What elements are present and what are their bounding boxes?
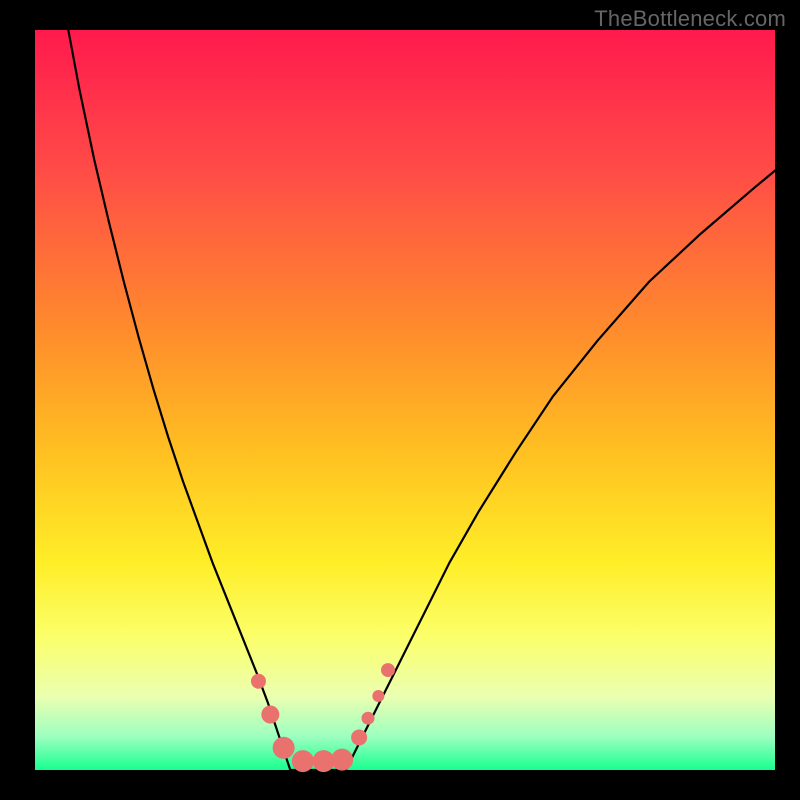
data-marker [331,749,353,771]
data-marker [261,706,279,724]
data-marker [351,729,367,745]
bottleneck-chart [0,0,800,800]
data-marker [251,674,266,689]
data-marker [273,737,295,759]
data-marker [292,750,314,772]
data-marker [372,690,384,702]
chart-plot-area [35,30,775,770]
chart-frame: TheBottleneck.com [0,0,800,800]
data-marker [362,712,375,725]
data-marker [381,663,395,677]
